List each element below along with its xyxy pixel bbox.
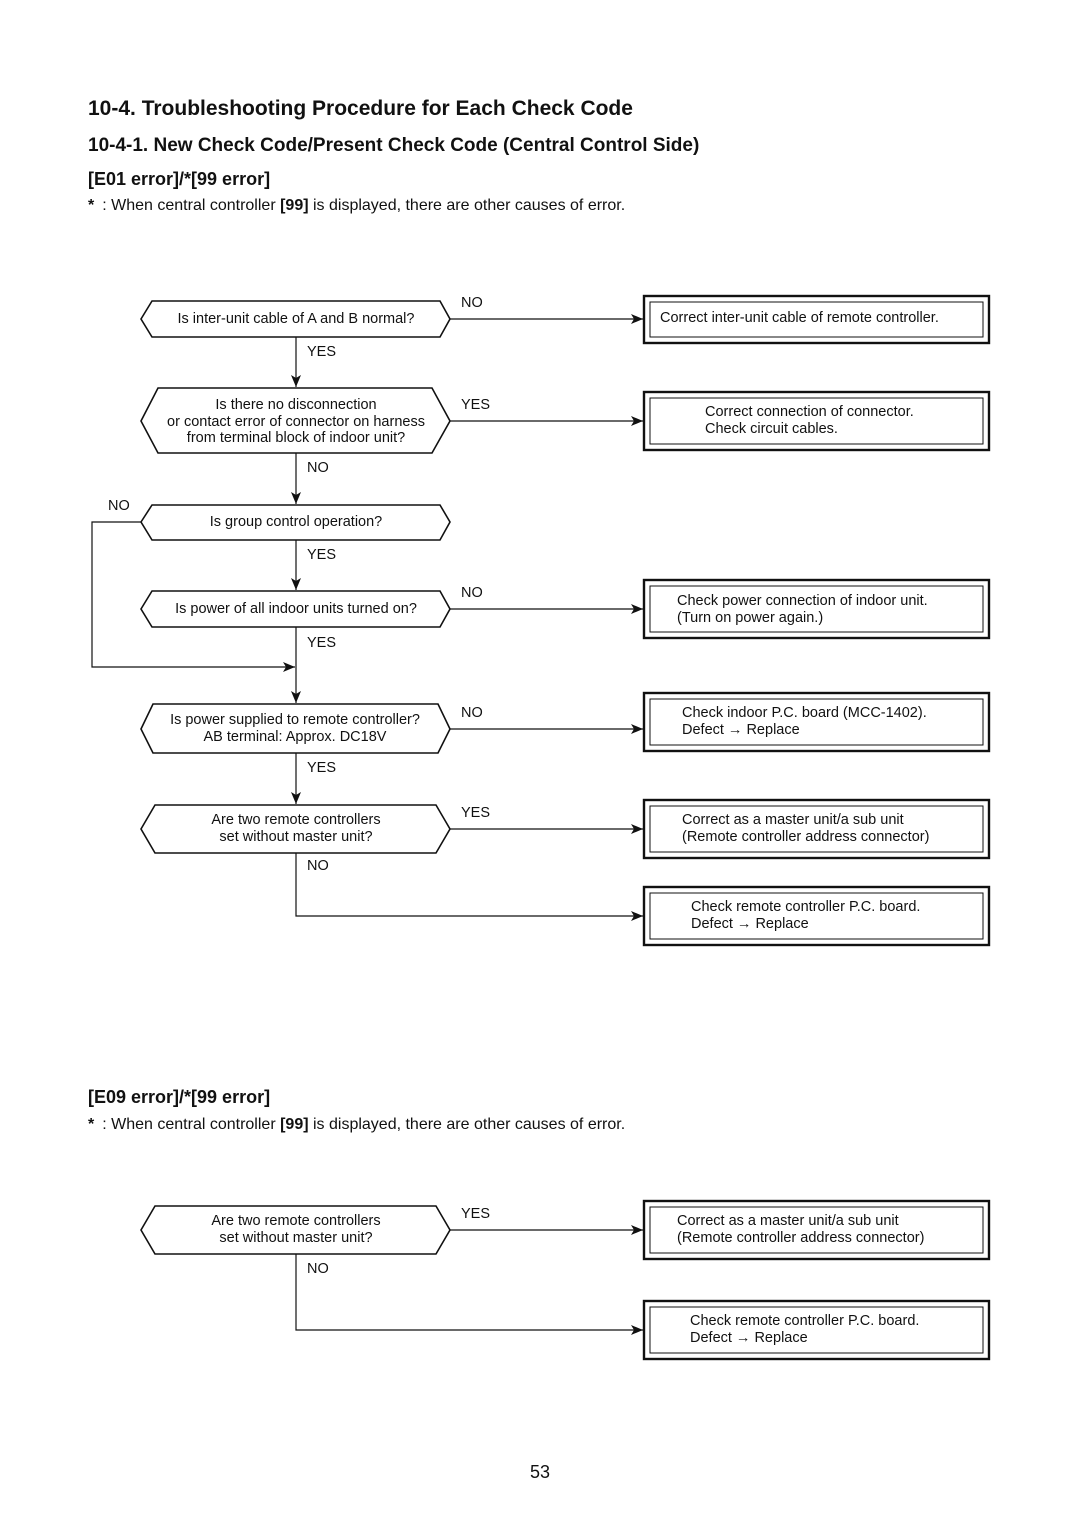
branch-label-q6-down: NO bbox=[307, 858, 329, 874]
result-line: Check indoor P.C. board (MCC-1402). bbox=[682, 705, 927, 721]
question-line: Is group control operation? bbox=[209, 514, 383, 530]
result-3-text: Check power connection of indoor unit. (… bbox=[677, 593, 928, 626]
question-line: Are two remote controllers bbox=[211, 812, 381, 828]
branch-label-e09-down: NO bbox=[307, 1261, 329, 1277]
branch-label-e09-right: YES bbox=[461, 1206, 491, 1222]
branch-label-q2-down: NO bbox=[307, 460, 329, 476]
result-line: Check remote controller P.C. board. bbox=[691, 899, 921, 915]
result-line: (Remote controller address connector) bbox=[682, 828, 930, 845]
result-line: Check circuit cables. bbox=[705, 420, 838, 437]
result-line: Correct as a master unit/a sub unit bbox=[677, 1213, 899, 1229]
question-4-text: Is power of all indoor units turned on? bbox=[152, 601, 440, 618]
branch-label-q3-left: NO bbox=[108, 498, 130, 514]
branch-label-q4-right: NO bbox=[461, 585, 483, 601]
result-line: Correct connection of connector. bbox=[705, 404, 914, 420]
arrow-q6-no bbox=[295, 853, 643, 921]
branch-label-q5-right: NO bbox=[461, 705, 483, 721]
branch-label-q1-right: NO bbox=[461, 295, 483, 311]
question-line: Are two remote controllers bbox=[211, 1213, 381, 1229]
branch-label-q6-right: YES bbox=[461, 805, 491, 821]
question-line: set without master unit? bbox=[219, 828, 373, 845]
question-line: Is power of all indoor units turned on? bbox=[175, 601, 417, 617]
branch-label-q3-down: YES bbox=[307, 547, 337, 563]
result-e09-1-text: Correct as a master unit/a sub unit (Rem… bbox=[677, 1213, 924, 1246]
question-line: set without master unit? bbox=[219, 1229, 373, 1246]
arrow-e09-no bbox=[295, 1254, 643, 1335]
question-line: AB terminal: Approx. DC18V bbox=[203, 728, 387, 745]
question-6-text: Are two remote controllers set without m… bbox=[152, 812, 440, 845]
branch-label-q1-down: YES bbox=[307, 344, 337, 360]
result-4-text: Check indoor P.C. board (MCC-1402). Defe… bbox=[682, 705, 927, 738]
result-6-text: Check remote controller P.C. board. Defe… bbox=[691, 899, 920, 932]
question-line: or contact error of connector on harness bbox=[167, 413, 425, 430]
result-line: (Remote controller address connector) bbox=[677, 1229, 925, 1246]
question-1-text: Is inter-unit cable of A and B normal? bbox=[152, 311, 440, 328]
result-5-text: Correct as a master unit/a sub unit (Rem… bbox=[682, 812, 929, 845]
result-line: Correct as a master unit/a sub unit bbox=[682, 812, 904, 828]
question-line: from terminal block of indoor unit? bbox=[186, 430, 406, 446]
question-line: Is power supplied to remote controller? bbox=[170, 712, 420, 728]
result-line: Check remote controller P.C. board. bbox=[690, 1313, 920, 1329]
page-number: 53 bbox=[529, 1462, 551, 1482]
question-5-text: Is power supplied to remote controller? … bbox=[150, 712, 440, 745]
branch-label-q2-right: YES bbox=[461, 397, 491, 413]
result-line: (Turn on power again.) bbox=[677, 609, 824, 626]
result-line: Correct inter-unit cable of remote contr… bbox=[660, 310, 939, 326]
result-line: Defect → Replace bbox=[691, 915, 809, 932]
question-line: Is there no disconnection bbox=[215, 397, 377, 413]
question-line: Is inter-unit cable of A and B normal? bbox=[177, 311, 415, 327]
question-e09-text: Are two remote controllers set without m… bbox=[152, 1213, 440, 1246]
result-1-text: Correct inter-unit cable of remote contr… bbox=[660, 310, 939, 327]
branch-label-q4-down: YES bbox=[307, 635, 337, 651]
branch-label-q5-down: YES bbox=[307, 760, 337, 776]
result-2-text: Correct connection of connector. Check c… bbox=[705, 404, 914, 437]
result-line: Defect → Replace bbox=[690, 1329, 808, 1346]
question-3-text: Is group control operation? bbox=[152, 514, 440, 531]
result-line: Check power connection of indoor unit. bbox=[677, 593, 928, 609]
flowchart-diagram bbox=[91, 294, 991, 1361]
result-e09-2-text: Check remote controller P.C. board. Defe… bbox=[690, 1313, 919, 1346]
question-2-text: Is there no disconnection or contact err… bbox=[146, 397, 446, 447]
result-line: Defect → Replace bbox=[682, 721, 800, 738]
